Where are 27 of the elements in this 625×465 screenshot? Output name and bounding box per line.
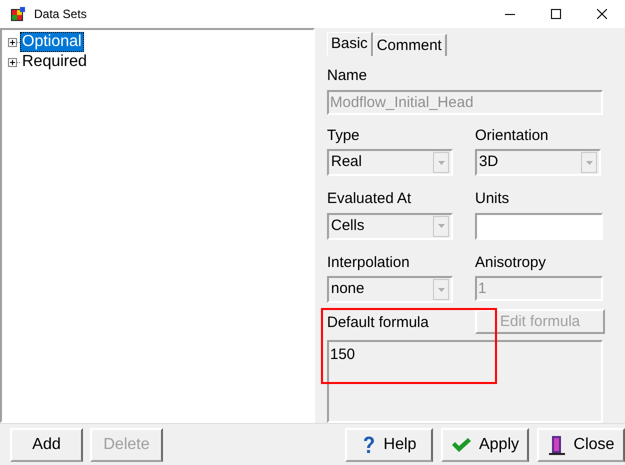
field-label: Units	[475, 189, 510, 209]
checkmark-icon	[450, 436, 471, 452]
help-icon	[362, 436, 376, 454]
action-button[interactable]: Add	[10, 428, 83, 462]
formula-field[interactable]: 150	[327, 340, 603, 423]
door-icon	[548, 434, 566, 454]
window-title: Data Sets	[34, 6, 87, 23]
expand-icon[interactable]	[8, 58, 17, 66]
field-label: Name	[327, 66, 368, 86]
expand-icon[interactable]	[8, 38, 17, 46]
help-button[interactable]: Help	[345, 428, 433, 462]
field-label: Anisotropy	[475, 252, 547, 272]
field-label: Interpolation	[327, 252, 411, 272]
field-label: Default formula	[327, 312, 430, 332]
tree-item[interactable]: Optional	[20, 32, 84, 52]
app-icon	[10, 6, 26, 22]
field-label: Evaluated At	[327, 189, 412, 209]
apply-button[interactable]: Apply	[441, 428, 529, 462]
units-field[interactable]	[475, 212, 603, 240]
tree-item[interactable]: Required	[20, 52, 89, 72]
tab[interactable]: Basic	[327, 32, 373, 56]
close-icon	[597, 9, 607, 19]
close-button[interactable]: Close	[537, 428, 625, 462]
field-label: Type	[327, 126, 361, 146]
tab[interactable]: Comment	[372, 34, 447, 56]
maximize-icon	[551, 9, 561, 19]
field-label: Orientation	[475, 126, 550, 146]
